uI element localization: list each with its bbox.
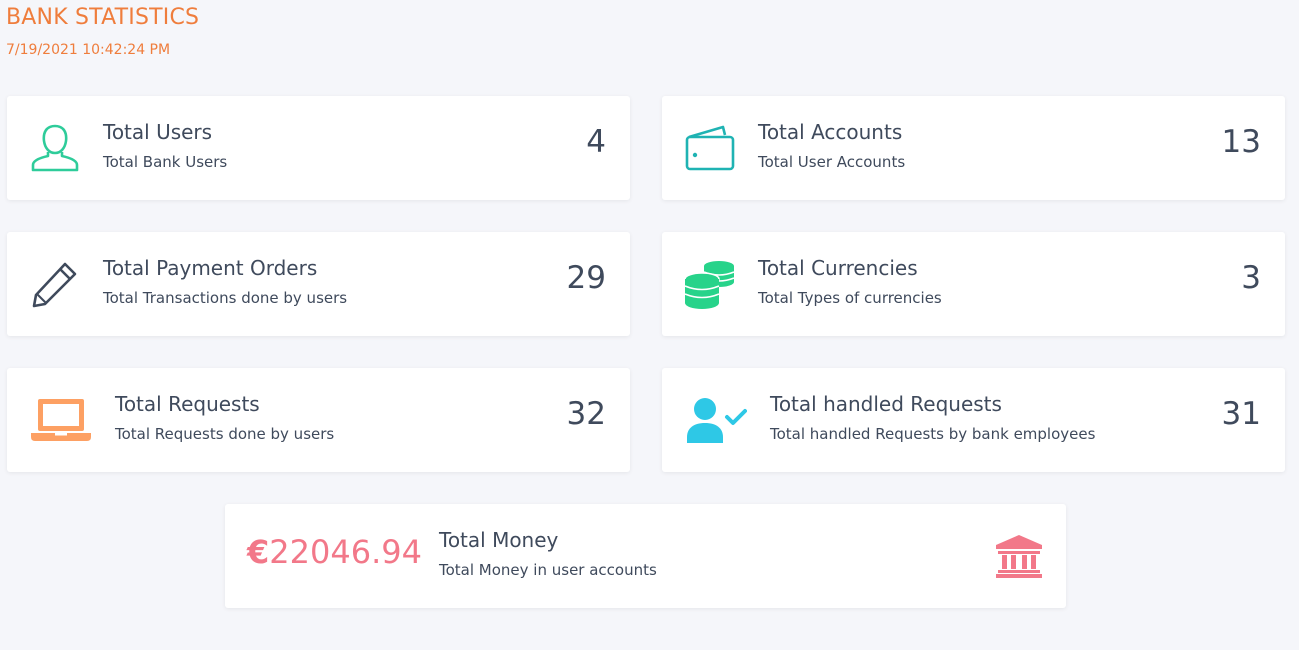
card-value: 13: [1221, 124, 1261, 160]
card-value: 31: [1221, 396, 1261, 432]
card-total-accounts: Total Accounts Total User Accounts 13: [662, 96, 1285, 200]
currency-symbol: €: [247, 533, 270, 571]
pencil-icon: [27, 257, 83, 311]
card-total-money: €22046.94 Total Money Total Money in use…: [225, 504, 1066, 608]
card-title: Total Requests: [115, 392, 260, 416]
card-value: 32: [566, 396, 606, 432]
card-title: Total Currencies: [758, 256, 918, 280]
card-total-payment-orders: Total Payment Orders Total Transactions …: [7, 232, 630, 336]
laptop-icon: [29, 393, 93, 447]
card-title: Total Money: [439, 528, 559, 552]
card-value: 29: [566, 260, 606, 296]
card-subtitle: Total Money in user accounts: [439, 561, 657, 579]
card-title: Total handled Requests: [770, 392, 1002, 416]
card-total-currencies: Total Currencies Total Types of currenci…: [662, 232, 1285, 336]
card-title: Total Users: [103, 120, 213, 144]
card-subtitle: Total User Accounts: [758, 153, 906, 171]
card-value: 3: [1241, 260, 1261, 296]
wallet-icon: [682, 121, 738, 175]
card-total-users: Total Users Total Bank Users 4: [7, 96, 630, 200]
card-subtitle: Total handled Requests by bank employees: [770, 425, 1096, 443]
money-value: 22046.94: [269, 533, 422, 571]
card-subtitle: Total Transactions done by users: [103, 289, 348, 307]
card-title: Total Payment Orders: [103, 256, 318, 280]
card-value: 4: [586, 124, 606, 160]
bank-icon: [995, 534, 1043, 582]
page-title: BANK STATISTICS: [6, 5, 200, 30]
card-subtitle: Total Bank Users: [103, 153, 228, 171]
card-subtitle: Total Requests done by users: [115, 425, 335, 443]
card-title: Total Accounts: [758, 120, 903, 144]
user-check-icon: [684, 393, 748, 447]
money-amount: €22046.94: [247, 533, 422, 571]
card-total-handled-requests: Total handled Requests Total handled Req…: [662, 368, 1285, 472]
user-outline-icon: [27, 121, 83, 175]
card-total-requests: Total Requests Total Requests done by us…: [7, 368, 630, 472]
coins-icon: [682, 257, 738, 311]
page-datetime: 7/19/2021 10:42:24 PM: [6, 42, 171, 58]
card-subtitle: Total Types of currencies: [758, 289, 942, 307]
